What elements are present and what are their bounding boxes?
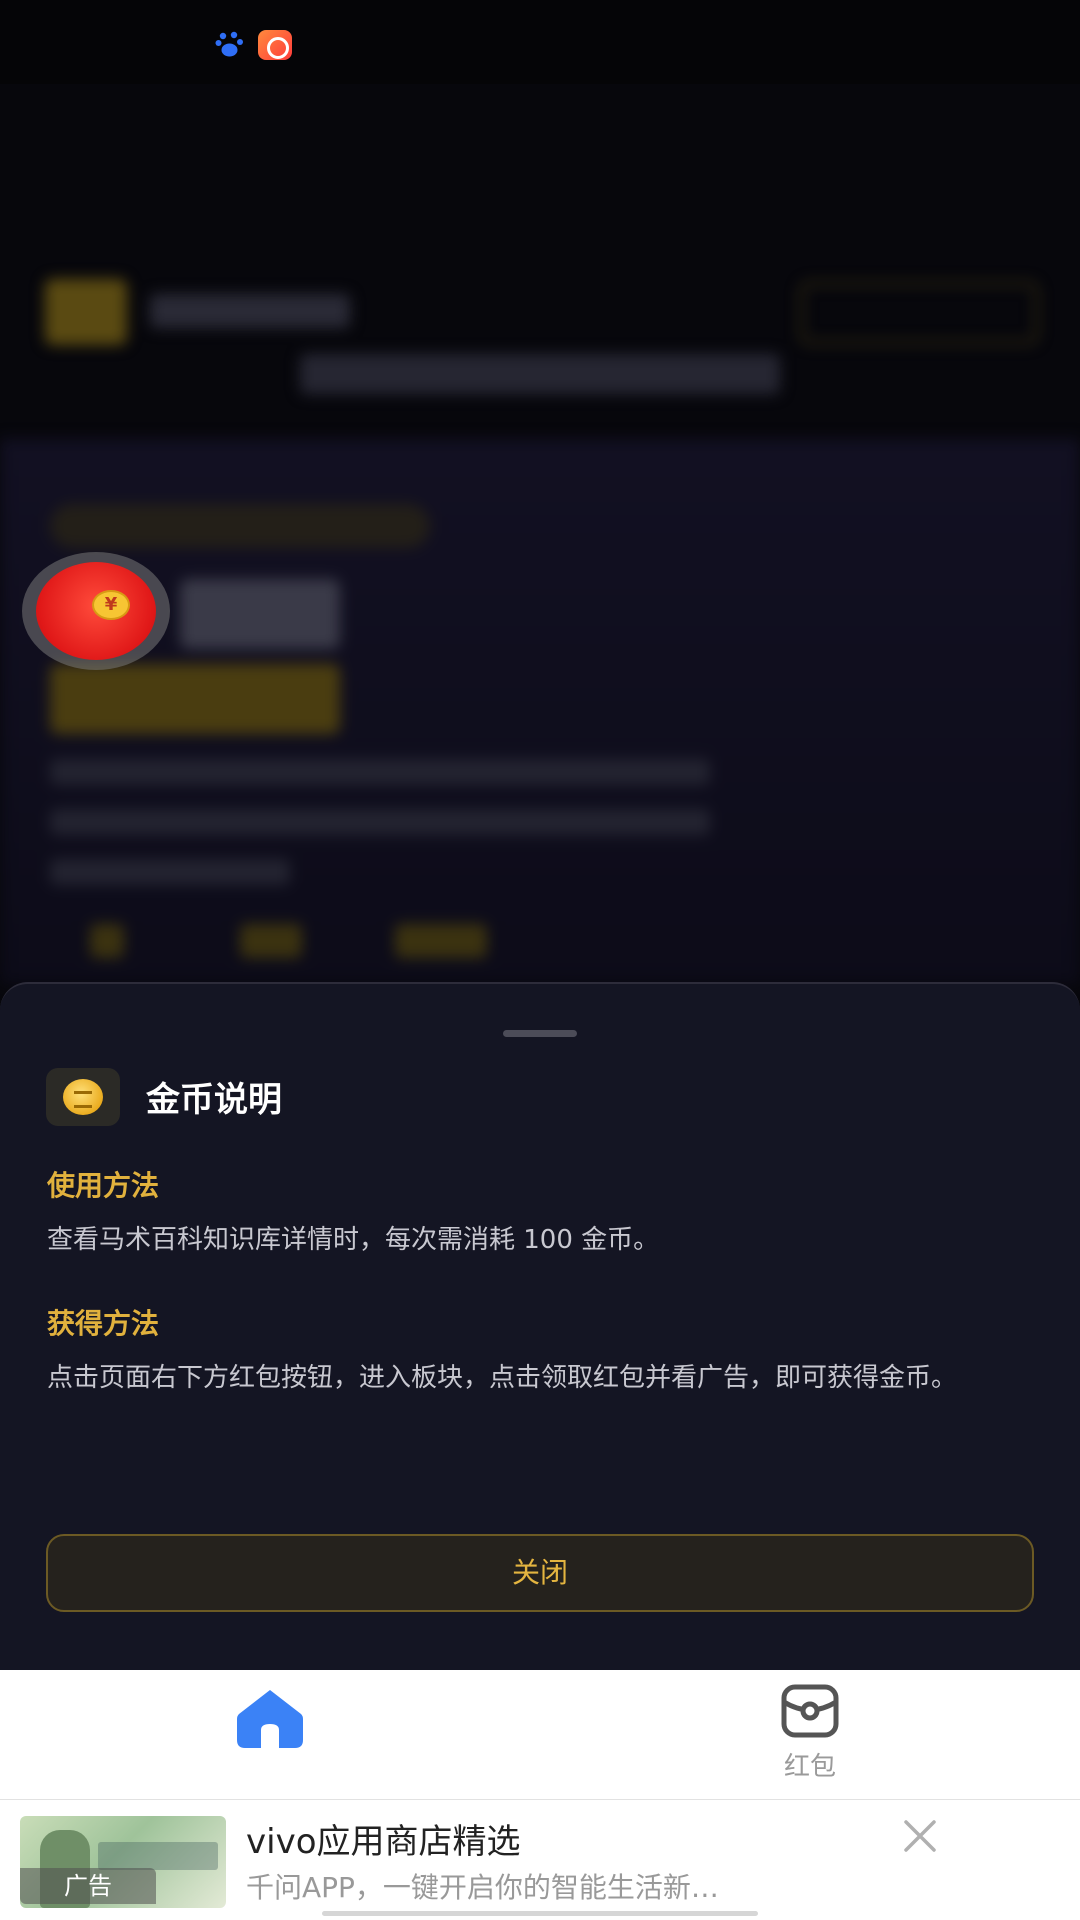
floating-red-packet-button[interactable]: ¥ [22, 552, 170, 670]
close-button[interactable]: 关闭 [46, 1534, 1034, 1612]
background-stat [395, 924, 487, 958]
baidu-icon [215, 31, 243, 57]
background-page [0, 84, 1080, 984]
background-tag [50, 504, 430, 548]
drag-handle[interactable] [503, 1030, 577, 1037]
ad-thumbnail-text [98, 1842, 218, 1870]
coin-symbol: ¥ [92, 590, 130, 620]
background-app-name [150, 294, 350, 328]
ad-title[interactable]: vivo应用商店精选 [246, 1814, 521, 1863]
bottom-tab-bar: 红包 [0, 1670, 1080, 1800]
sheet-title: 金币说明 [146, 1080, 282, 1120]
background-text-line [50, 809, 710, 835]
ad-close-icon[interactable] [898, 1814, 942, 1858]
background-subheading [50, 664, 340, 734]
background-coin-info [300, 354, 780, 394]
usage-section-text: 查看马术百科知识库详情时，每次需消耗 100 金币。 [47, 1225, 660, 1255]
usage-section-title: 使用方法 [47, 1169, 160, 1202]
background-stat [90, 924, 124, 958]
gold-coin-icon [46, 1068, 120, 1126]
earn-section-title: 获得方法 [47, 1307, 160, 1340]
background-button [800, 282, 1038, 344]
tab-home[interactable] [235, 1684, 305, 1754]
home-indicator [322, 1911, 758, 1916]
ad-subtitle[interactable]: 千问APP，一键开启你的智能生活新… [246, 1866, 866, 1906]
kuaishou-icon [258, 30, 292, 60]
ad-badge: 广告 [20, 1868, 156, 1904]
background-logo [45, 279, 127, 345]
background-text-line [50, 859, 290, 885]
ad-banner[interactable]: 广告 vivo应用商店精选 千问APP，一键开启你的智能生活新… [0, 1800, 1080, 1920]
status-bar [0, 0, 1080, 84]
earn-section-text: 点击页面右下方红包按钮，进入板块，点击领取红包并看广告，即可获得金币。 [47, 1363, 958, 1393]
background-heading [180, 579, 340, 649]
gold-coin-graphic [63, 1079, 103, 1115]
tab-red-packet-label: 红包 [783, 1752, 836, 1782]
tab-red-packet[interactable]: 红包 [760, 1684, 860, 1794]
background-text-line [50, 759, 710, 785]
coin-info-sheet: 金币说明 使用方法 查看马术百科知识库详情时，每次需消耗 100 金币。 获得方… [0, 982, 1080, 1670]
home-icon [237, 1690, 303, 1748]
background-stat [240, 924, 302, 958]
red-packet-tab-icon [781, 1684, 839, 1738]
red-packet-icon: ¥ [36, 562, 156, 660]
